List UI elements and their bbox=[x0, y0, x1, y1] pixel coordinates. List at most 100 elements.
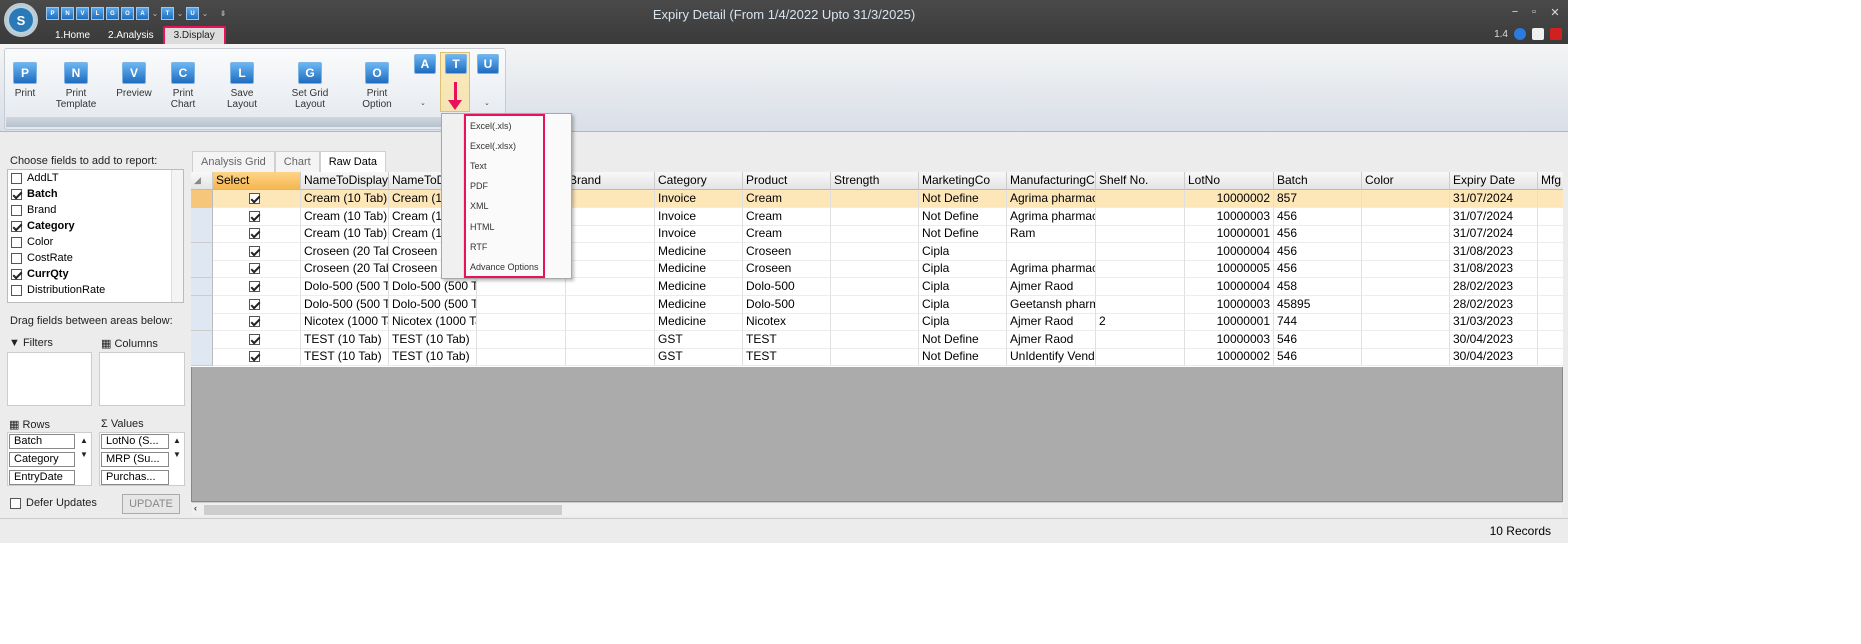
column-header[interactable]: Brand bbox=[566, 172, 655, 190]
export-u-button[interactable]: U bbox=[475, 54, 501, 78]
grid-cell[interactable]: UnIdentify Vendo bbox=[1007, 348, 1096, 367]
document-icon[interactable] bbox=[1532, 28, 1544, 40]
grid-cell[interactable]: TEST (10 Tab) bbox=[301, 330, 389, 349]
select-cell[interactable] bbox=[213, 348, 301, 367]
column-header[interactable]: Batch bbox=[1274, 172, 1362, 190]
grid-cell[interactable]: 10000003 bbox=[1185, 330, 1274, 349]
row-selector[interactable] bbox=[191, 190, 213, 208]
grid-cell[interactable]: Agrima pharmac bbox=[1007, 190, 1096, 208]
export-a-button[interactable]: A bbox=[412, 54, 438, 78]
grid-cell[interactable] bbox=[1096, 260, 1185, 279]
grid-cell[interactable]: Agrima pharmac bbox=[1007, 207, 1096, 226]
grid-cell[interactable] bbox=[831, 330, 919, 349]
checkbox[interactable] bbox=[11, 204, 22, 216]
grid-cell[interactable]: Invoice bbox=[655, 207, 743, 226]
grid-cell[interactable]: Medicine bbox=[655, 295, 743, 314]
grid-cell[interactable]: 10000003 bbox=[1185, 295, 1274, 314]
column-header[interactable]: Strength bbox=[831, 172, 919, 190]
grid-cell[interactable]: Cream bbox=[743, 190, 831, 208]
grid-cell[interactable]: TEST (10 Tab) bbox=[301, 348, 389, 367]
grid-cell[interactable] bbox=[566, 295, 655, 314]
tab-display[interactable]: 3.Display bbox=[162, 26, 226, 46]
export-t-button[interactable]: T bbox=[443, 54, 469, 78]
print-template-button[interactable]: N Print Template bbox=[46, 62, 106, 110]
grid-cell[interactable]: Medicine bbox=[655, 313, 743, 332]
grid-cell[interactable]: 31/07/2024 bbox=[1450, 207, 1538, 226]
column-header[interactable]: NameToDisplay bbox=[301, 172, 389, 190]
grid-cell[interactable]: 546 bbox=[1274, 330, 1362, 349]
grid-cell[interactable]: Cipla bbox=[919, 242, 1007, 261]
field-item-brand[interactable]: Brand bbox=[11, 202, 56, 218]
grid-cell[interactable]: 28/02/2023 bbox=[1450, 295, 1538, 314]
grid-cell[interactable]: 10000003 bbox=[1185, 207, 1274, 226]
grid-cell[interactable]: 31/08/2023 bbox=[1450, 260, 1538, 279]
checkbox[interactable] bbox=[11, 236, 22, 248]
grid-cell[interactable]: TEST (10 Tab) bbox=[389, 330, 477, 349]
grid-cell[interactable] bbox=[831, 295, 919, 314]
filters-area[interactable] bbox=[7, 352, 92, 406]
grid-cell[interactable]: Ram bbox=[1007, 225, 1096, 244]
grid-cell[interactable] bbox=[1362, 190, 1450, 208]
grid-cell[interactable]: Cream (10 Tab) bbox=[301, 225, 389, 244]
field-item-batch[interactable]: Batch bbox=[11, 186, 58, 202]
grid-cell[interactable]: Cream (10 Tab) bbox=[301, 207, 389, 226]
checkbox[interactable] bbox=[11, 268, 22, 280]
grid-cell[interactable] bbox=[1362, 313, 1450, 332]
grid-cell[interactable] bbox=[1538, 225, 1563, 244]
save-layout-button[interactable]: L Save Layout bbox=[215, 62, 269, 110]
grid-cell[interactable]: Nicotex (1000 Ta bbox=[301, 313, 389, 332]
grid-cell[interactable]: 10000004 bbox=[1185, 242, 1274, 261]
select-cell[interactable] bbox=[213, 295, 301, 314]
checkbox[interactable] bbox=[11, 172, 22, 184]
checkbox[interactable] bbox=[11, 252, 22, 264]
grid-cell[interactable]: Croseen (20 Tab bbox=[301, 242, 389, 261]
row-checkbox[interactable] bbox=[249, 263, 260, 275]
row-field-entrydate[interactable]: EntryDate bbox=[9, 470, 75, 485]
grid-cell[interactable]: Cipla bbox=[919, 313, 1007, 332]
grid-cell[interactable] bbox=[1538, 243, 1563, 261]
field-item-category[interactable]: Category bbox=[11, 218, 75, 234]
grid-cell[interactable] bbox=[831, 260, 919, 279]
grid-cell[interactable]: TEST (10 Tab) bbox=[389, 348, 477, 367]
grid-cell[interactable] bbox=[831, 190, 919, 208]
print-option-button[interactable]: O Print Option bbox=[351, 62, 403, 110]
grid-cell[interactable] bbox=[1538, 331, 1563, 349]
grid-cell[interactable] bbox=[566, 225, 655, 244]
grid-cell[interactable] bbox=[477, 330, 566, 349]
grid-cell[interactable] bbox=[566, 278, 655, 296]
grid-cell[interactable] bbox=[566, 330, 655, 349]
column-header[interactable]: Expiry Date bbox=[1450, 172, 1538, 190]
grid-cell[interactable] bbox=[1362, 295, 1450, 314]
grid-cell[interactable]: Cipla bbox=[919, 295, 1007, 314]
grid-cell[interactable]: Croseen (20 Tab bbox=[301, 260, 389, 279]
grid-cell[interactable]: 456 bbox=[1274, 225, 1362, 244]
grid-cell[interactable] bbox=[1096, 295, 1185, 314]
grid-cell[interactable]: GST bbox=[655, 348, 743, 367]
field-item-costrate[interactable]: CostRate bbox=[11, 250, 73, 266]
grid-cell[interactable]: Medicine bbox=[655, 242, 743, 261]
grid-cell[interactable] bbox=[1096, 242, 1185, 261]
grid-cell[interactable]: 10000005 bbox=[1185, 260, 1274, 279]
grid-cell[interactable]: Dolo-500 bbox=[743, 278, 831, 296]
field-item-distributionrate[interactable]: DistributionRate bbox=[11, 282, 105, 298]
tab-chart[interactable]: Chart bbox=[274, 151, 320, 172]
grid-cell[interactable]: Ajmer Raod bbox=[1007, 330, 1096, 349]
grid-cell[interactable] bbox=[1362, 348, 1450, 367]
grid-cell[interactable] bbox=[1362, 207, 1450, 226]
grid-cell[interactable]: 31/03/2023 bbox=[1450, 313, 1538, 332]
value-field-purchase[interactable]: Purchas... bbox=[101, 470, 169, 485]
grid-cell[interactable] bbox=[1538, 278, 1563, 296]
column-header[interactable]: Category bbox=[655, 172, 743, 190]
row-selector[interactable] bbox=[191, 313, 213, 332]
row-checkbox[interactable] bbox=[249, 316, 260, 328]
grid-cell[interactable] bbox=[1096, 225, 1185, 244]
grid-cell[interactable]: 30/04/2023 bbox=[1450, 330, 1538, 349]
grid-cell[interactable] bbox=[831, 348, 919, 367]
chevron-down-icon[interactable]: ⌄ bbox=[484, 99, 490, 107]
grid-cell[interactable]: 30/04/2023 bbox=[1450, 348, 1538, 367]
grid-cell[interactable]: Invoice bbox=[655, 225, 743, 244]
grid-cell[interactable]: 10000002 bbox=[1185, 190, 1274, 208]
scroll-thumb[interactable] bbox=[204, 505, 562, 515]
checkbox[interactable] bbox=[11, 284, 22, 296]
grid-cell[interactable]: Cipla bbox=[919, 260, 1007, 279]
